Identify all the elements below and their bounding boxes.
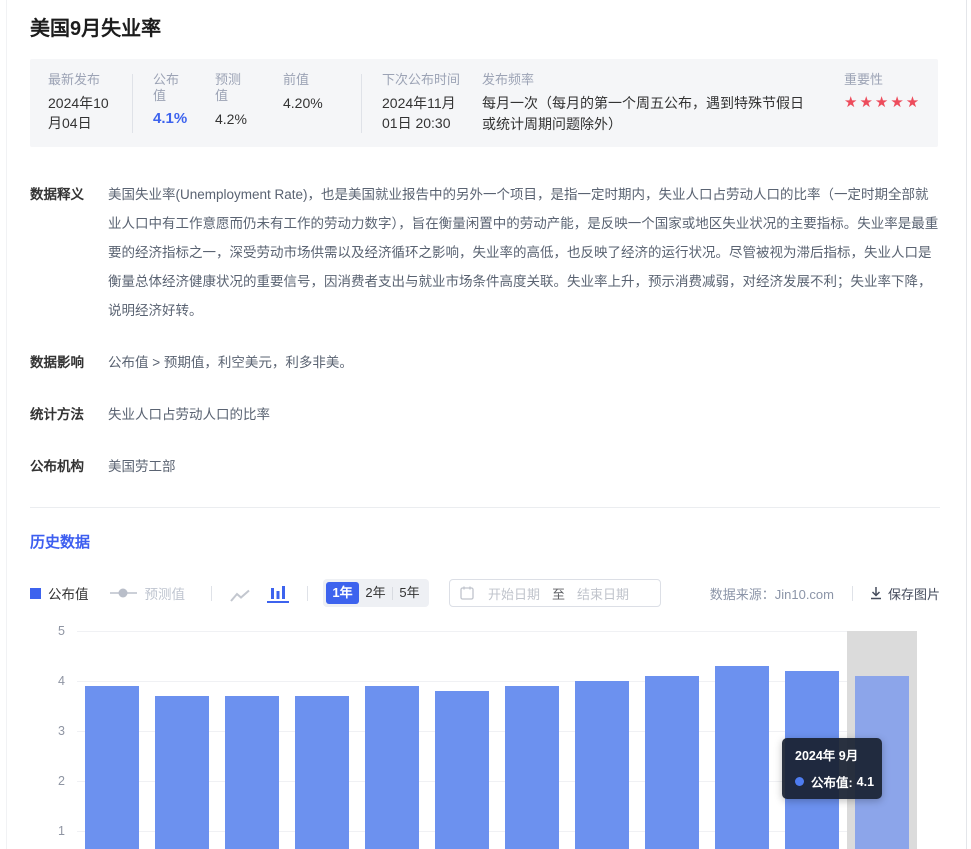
date-range-to-label: 至 [552,584,565,603]
controls-divider [852,586,853,601]
tooltip-series-dot-icon [795,777,804,786]
bar-2024年5月[interactable] [575,681,629,849]
page-title: 美国9月失业率 [30,12,940,41]
info-text: 公布值 > 预期值，利空美元，利多非美。 [108,348,940,377]
stat-value: 2024年10月04日 [48,93,118,133]
legend-label: 公布值 [48,583,89,603]
importance-stars: ★★★★★ [844,93,922,113]
stat-forecast: 预测值 4.2% [215,72,283,129]
stat-importance: 重要性 ★★★★★ [844,72,922,113]
stat-published: 公布值 4.1% [153,72,215,129]
bar-2023年10月[interactable] [85,686,139,849]
history-data-heading: 历史数据 [30,531,940,552]
bar-2023年11月[interactable] [155,696,209,849]
info-label: 公布机构 [30,452,108,481]
period-button-2y[interactable]: 2年 [359,582,392,604]
stat-label: 发布频率 [482,72,804,88]
section-divider [30,507,940,508]
info-text: 美国劳工部 [108,452,940,481]
legend-label: 预测值 [145,583,186,603]
save-image-button[interactable]: 保存图片 [869,584,940,603]
bar-2024年7月[interactable] [715,666,769,849]
y-tick-label: 5 [27,624,65,638]
bar-2024年2月[interactable] [365,686,419,849]
legend-published[interactable]: 公布值 [30,583,89,603]
left-edge-divider [6,0,7,849]
legend-square-icon [30,588,41,599]
calendar-icon [460,586,474,600]
info-row-definition: 数据释义 美国失业率(Unemployment Rate)，也是美国就业报告中的… [30,180,940,325]
stats-divider [361,74,362,133]
info-row-impact: 数据影响 公布值 > 预期值，利空美元，利多非美。 [30,348,940,377]
start-date-input[interactable]: 开始日期 [488,584,540,603]
stat-value-published: 4.1% [153,109,215,129]
y-axis: 012345 [30,619,68,849]
bar-chart-icon[interactable] [267,583,289,603]
stats-card: 最新发布 2024年10月04日 公布值 4.1% 预测值 4.2% 前值 4.… [30,59,938,147]
chart-tooltip: 2024年 9月 公布值: 4.1 [782,738,882,799]
save-image-label: 保存图片 [888,584,940,603]
gridline [77,631,917,632]
stat-label: 前值 [283,72,361,88]
date-range-picker[interactable]: 开始日期 至 结束日期 [449,579,661,607]
y-tick-label: 2 [27,774,65,788]
legend-line-dot-icon [110,592,137,594]
chart-controls: 公布值 预测值 1年 2年 5年 [30,579,940,607]
info-row-agency: 公布机构 美国劳工部 [30,452,940,481]
stat-value: 4.20% [283,93,361,113]
stat-value: 2024年11月01日 20:30 [382,93,468,133]
info-text: 美国失业率(Unemployment Rate)，也是美国就业报告中的另外一个项… [108,180,940,325]
info-label: 数据释义 [30,180,108,325]
bar-2023年12月[interactable] [225,696,279,849]
stat-label: 重要性 [844,72,922,88]
stat-frequency: 发布频率 每月一次（每月的第一个周五公布，遇到特殊节假日或统计周期问题除外） [482,72,804,135]
tooltip-series-label: 公布值: [811,772,853,791]
stat-value: 4.2% [215,109,283,129]
bar-2024年6月[interactable] [645,676,699,849]
stat-latest-release: 最新发布 2024年10月04日 [48,72,132,133]
tooltip-title: 2024年 9月 [795,749,870,763]
controls-divider [211,586,212,601]
stat-label: 最新发布 [48,72,132,88]
controls-divider [307,586,308,601]
line-chart-icon[interactable] [229,583,251,603]
info-text: 失业人口占劳动人口的比率 [108,400,940,429]
y-tick-label: 1 [27,824,65,838]
bar-2024年3月[interactable] [435,691,489,849]
y-tick-label: 3 [27,724,65,738]
stats-divider [132,74,133,133]
y-tick-label: 4 [27,674,65,688]
legend-forecast[interactable]: 预测值 [110,583,186,603]
info-sections: 数据释义 美国失业率(Unemployment Rate)，也是美国就业报告中的… [30,180,940,481]
right-edge-divider [966,0,967,849]
download-icon [869,586,883,600]
info-label: 数据影响 [30,348,108,377]
period-selector: 1年 2年 5年 [323,579,429,607]
stat-label: 预测值 [215,72,245,104]
period-button-5y[interactable]: 5年 [393,582,426,604]
end-date-input[interactable]: 结束日期 [577,584,629,603]
data-source-label: 数据来源：Jin10.com [710,584,834,603]
bar-2024年4月[interactable] [505,686,559,849]
bar-2024年1月[interactable] [295,696,349,849]
content-area: 美国9月失业率 最新发布 2024年10月04日 公布值 4.1% 预测值 4.… [0,0,940,849]
stat-label: 公布值 [153,72,183,104]
stat-label: 下次公布时间 [382,72,482,88]
info-row-method: 统计方法 失业人口占劳动人口的比率 [30,400,940,429]
unemployment-bar-chart: 012345 2023年 10月2023年12月2024年 2月2024年 4月… [30,619,970,849]
info-label: 统计方法 [30,400,108,429]
period-button-1y[interactable]: 1年 [326,582,359,604]
stat-previous: 前值 4.20% [283,72,361,113]
tooltip-value: 4.1 [857,775,874,789]
stat-value: 每月一次（每月的第一个周五公布，遇到特殊节假日或统计周期问题除外） [482,93,804,135]
stat-next-release: 下次公布时间 2024年11月01日 20:30 [382,72,482,133]
